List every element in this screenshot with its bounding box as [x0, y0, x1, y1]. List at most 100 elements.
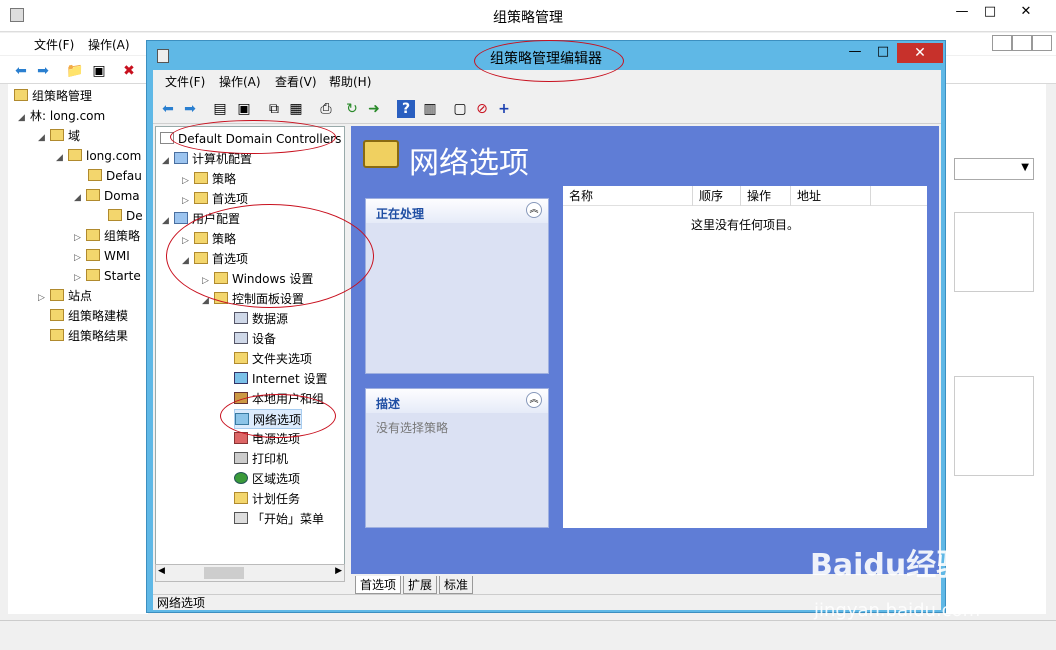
- folder-up-icon[interactable]: ▤: [211, 100, 229, 118]
- back-arrow-icon[interactable]: ⬅: [159, 100, 177, 118]
- annotation-ellipse: [170, 120, 336, 154]
- main-right-panel: ▼: [946, 84, 1046, 614]
- description-panel: 描述 ︽ 没有选择策略: [365, 388, 549, 528]
- chevron-down-icon: ◢: [162, 156, 169, 166]
- editor-minimize-button[interactable]: —: [841, 43, 869, 61]
- domain-icon: [68, 149, 82, 161]
- main-statusbar: [0, 620, 1056, 650]
- print-icon[interactable]: ⎙: [317, 100, 335, 118]
- tree-starter[interactable]: ▷ Starte: [74, 266, 141, 286]
- editor-menu-view[interactable]: 查看(V): [275, 73, 317, 90]
- chevron-right-icon: ▷: [38, 293, 45, 303]
- tree-root[interactable]: 组策略管理: [14, 86, 92, 106]
- scroll-left-icon[interactable]: ◀: [158, 566, 165, 576]
- watermark-logo: Baidu经验: [810, 548, 967, 583]
- ou-icon: [86, 189, 100, 201]
- tree-printers[interactable]: 打印机: [234, 449, 288, 469]
- scroll-thumb[interactable]: [204, 567, 244, 579]
- chevron-right-icon: ▷: [182, 176, 189, 186]
- column-name[interactable]: 名称: [563, 186, 693, 206]
- chevron-down-icon: ▼: [1021, 162, 1029, 173]
- main-tree: 组策略管理 ◢ 林: long.com ◢ 域 ◢ long.com Defau ◢ D…: [8, 84, 148, 614]
- device-icon: [234, 332, 248, 344]
- minimize-button[interactable]: —: [948, 3, 976, 21]
- maximize-button[interactable]: □: [976, 3, 1004, 21]
- chevron-right-icon: ▷: [74, 273, 81, 283]
- tree-domain-controllers[interactable]: ◢ Doma: [74, 186, 140, 206]
- show-hide-tree-icon[interactable]: ▣: [90, 62, 108, 80]
- task-icon: [234, 492, 248, 504]
- tree-gpo[interactable]: ▷ 组策略: [74, 226, 140, 246]
- tree-wmi[interactable]: ▷ WMI: [74, 246, 130, 266]
- computer-icon: [174, 152, 188, 164]
- forward-arrow-icon[interactable]: ➡: [181, 100, 199, 118]
- column-order[interactable]: 顺序: [693, 186, 741, 206]
- forward-arrow-icon[interactable]: ➡: [34, 62, 52, 80]
- scroll-right-icon[interactable]: ▶: [335, 566, 342, 576]
- delete-icon[interactable]: ✖: [120, 62, 138, 80]
- editor-menu-action[interactable]: 操作(A): [219, 73, 261, 90]
- watermark-url: jingyan.baidu.com: [814, 600, 981, 621]
- gpo-folder-icon: [86, 229, 100, 241]
- new-item-icon[interactable]: ▢: [451, 100, 469, 118]
- copy-icon[interactable]: ⧉: [265, 100, 283, 118]
- tab-standard[interactable]: 标准: [439, 576, 474, 594]
- right-box: [954, 376, 1034, 476]
- child-close-button[interactable]: [1032, 35, 1052, 51]
- tree-folder-options[interactable]: 文件夹选项: [234, 349, 312, 369]
- tree-data-sources[interactable]: 数据源: [234, 309, 288, 329]
- column-action[interactable]: 操作: [741, 186, 791, 206]
- editor-menu-file[interactable]: 文件(F): [165, 73, 205, 90]
- tree-sites[interactable]: ▷ 站点: [38, 286, 92, 306]
- tree-horizontal-scrollbar[interactable]: ◀ ▶: [155, 564, 345, 582]
- starter-folder-icon: [86, 269, 100, 281]
- tree-domain[interactable]: ◢ long.com: [56, 146, 141, 166]
- sites-icon: [50, 289, 64, 301]
- tree-computer-policies[interactable]: ▷ 策略: [182, 169, 236, 189]
- folder-options-icon: [234, 352, 248, 364]
- editor-maximize-button[interactable]: □: [869, 43, 897, 61]
- column-address[interactable]: 地址: [791, 186, 871, 206]
- back-arrow-icon[interactable]: ⬅: [12, 62, 30, 80]
- tree-modeling[interactable]: 组策略建模: [50, 306, 128, 326]
- tree-regional-options[interactable]: 区域选项: [234, 469, 300, 489]
- child-restore-button[interactable]: [1012, 35, 1032, 51]
- tree-internet-settings[interactable]: Internet 设置: [234, 369, 327, 389]
- refresh-icon[interactable]: ↻: [343, 100, 361, 118]
- editor-menu-help[interactable]: 帮助(H): [329, 73, 371, 90]
- main-window-title: 组策略管理: [493, 10, 563, 26]
- paste-icon[interactable]: ▦: [287, 100, 305, 118]
- menu-action[interactable]: 操作(A): [88, 36, 130, 53]
- collapse-chevron-icon[interactable]: ︽: [526, 202, 542, 218]
- dropdown-select[interactable]: ▼: [954, 158, 1034, 180]
- close-button[interactable]: ✕: [1012, 3, 1040, 21]
- help-icon[interactable]: ?: [397, 100, 415, 118]
- tree-devices[interactable]: 设备: [234, 329, 276, 349]
- export-icon[interactable]: ➜: [365, 100, 383, 118]
- tree-forest[interactable]: ◢ 林: long.com: [18, 106, 105, 126]
- editor-close-button[interactable]: ✕: [897, 43, 943, 63]
- tree-domains[interactable]: ◢ 域: [38, 126, 80, 146]
- globe-icon: [234, 472, 248, 484]
- stop-icon[interactable]: ⊘: [473, 100, 491, 118]
- tab-preferences[interactable]: 首选项: [355, 576, 402, 594]
- chevron-down-icon: ◢: [38, 133, 45, 143]
- folder-up-icon[interactable]: 📁: [66, 62, 84, 80]
- empty-message: 这里没有任何项目。: [690, 218, 799, 232]
- user-icon: [174, 212, 188, 224]
- tree-start-menu[interactable]: 「开始」菜单: [234, 509, 324, 529]
- show-hide-tree-icon[interactable]: ▣: [235, 100, 253, 118]
- start-menu-icon: [234, 512, 248, 524]
- tree-scheduled-tasks[interactable]: 计划任务: [234, 489, 300, 509]
- chevron-right-icon: ▷: [74, 233, 81, 243]
- menu-file[interactable]: 文件(F): [34, 36, 74, 53]
- tree-results[interactable]: 组策略结果: [50, 326, 128, 346]
- properties-icon[interactable]: ▥: [421, 100, 439, 118]
- tree-dc-policy[interactable]: De: [108, 206, 143, 226]
- tab-extended[interactable]: 扩展: [403, 576, 438, 594]
- tree-default-policy[interactable]: Defau: [88, 166, 142, 186]
- child-minimize-button[interactable]: [992, 35, 1012, 51]
- collapse-chevron-icon[interactable]: ︽: [526, 392, 542, 408]
- data-source-icon: [234, 312, 248, 324]
- add-icon[interactable]: +: [495, 100, 513, 118]
